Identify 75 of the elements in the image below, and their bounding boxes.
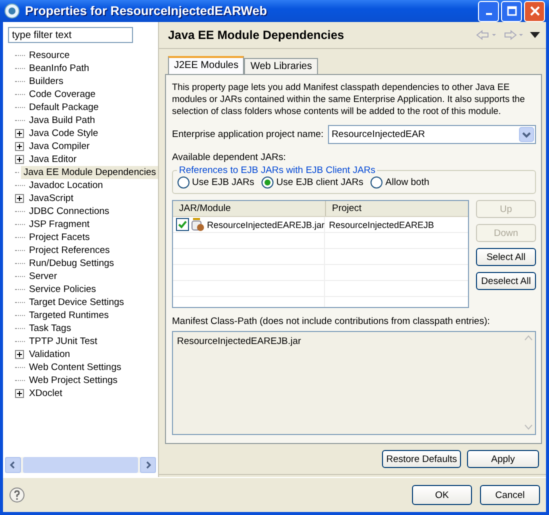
expand-icon[interactable]: [15, 155, 24, 164]
page-title: Java EE Module Dependencies: [168, 28, 346, 42]
tree-item[interactable]: JDBC Connections: [27, 205, 112, 218]
tree-item[interactable]: BeanInfo Path: [27, 62, 92, 75]
tree-item[interactable]: Javadoc Location: [27, 179, 105, 192]
radio-option[interactable]: Allow both: [370, 176, 430, 189]
table-cell-text: ResourceInjectedEAREJB: [328, 218, 434, 232]
filter-field[interactable]: type filter text: [8, 27, 133, 43]
dialog-button[interactable]: OK: [412, 485, 472, 505]
scroll-left-icon[interactable]: [5, 457, 21, 473]
tree-item[interactable]: Run/Debug Settings: [27, 257, 116, 270]
tree-item[interactable]: Web Content Settings: [27, 361, 124, 374]
radio-option[interactable]: Use EJB JARs: [177, 176, 254, 189]
project-dropdown[interactable]: ResourceInjectedEAR: [328, 125, 536, 144]
tree-item[interactable]: Java EE Module Dependencies: [21, 166, 158, 179]
column-header[interactable]: JAR/Module: [173, 201, 326, 216]
tree-item[interactable]: Web Project Settings: [27, 374, 120, 387]
checkbox[interactable]: [176, 218, 189, 231]
tree-item[interactable]: Service Policies: [27, 283, 98, 296]
tree-item[interactable]: Java Compiler: [27, 140, 92, 153]
tree-item[interactable]: TPTP JUnit Test: [27, 335, 100, 348]
description-text: This property page lets you add Manifest classpath dependencies to other Java EE modules or JARs contained within the same Enterprise Application. It also supports the selection of class folders whose contents will be added to the root of this module.: [172, 81, 526, 117]
side-button[interactable]: Select All: [476, 248, 536, 266]
section-label: Available dependent JARs:: [172, 152, 287, 163]
page-button[interactable]: Apply: [467, 450, 539, 468]
maximize-icon: [506, 6, 516, 16]
field-label: Enterprise application project name:: [172, 129, 324, 140]
tree-item[interactable]: Java Code Style: [27, 127, 100, 140]
tree-item[interactable]: Project Facets: [27, 231, 92, 244]
radio-button[interactable]: [177, 176, 190, 189]
tree-item[interactable]: Project References: [27, 244, 112, 257]
scroll-right-icon[interactable]: [140, 457, 156, 473]
tree-item[interactable]: Java Build Path: [27, 114, 98, 127]
expand-icon[interactable]: [15, 129, 24, 138]
radio-button[interactable]: [261, 176, 274, 189]
radio-button[interactable]: [370, 176, 384, 189]
tab[interactable]: J2EE Modules: [168, 56, 244, 74]
tree-item[interactable]: JSP Fragment: [27, 218, 92, 231]
column-header[interactable]: Project: [326, 201, 362, 216]
radio-option[interactable]: Use EJB client JARs: [261, 176, 364, 189]
side-button[interactable]: Deselect All: [476, 272, 536, 290]
tree-item[interactable]: Server: [27, 270, 59, 283]
minimize-icon: [486, 13, 492, 15]
tree-item[interactable]: Resource: [27, 49, 72, 62]
tab[interactable]: Web Libraries: [244, 58, 318, 74]
maximize-button[interactable]: [501, 0, 522, 22]
dialog-button[interactable]: Cancel: [480, 485, 540, 505]
manifest-text-area[interactable]: ResourceInjectedEAREJB.jar: [172, 331, 536, 435]
expand-icon[interactable]: [15, 350, 24, 359]
tree-item[interactable]: JavaScript: [27, 192, 76, 205]
tree-item[interactable]: Code Coverage: [27, 88, 98, 101]
tree-item[interactable]: Target Device Settings: [27, 296, 126, 309]
page-button[interactable]: Restore Defaults: [382, 450, 461, 468]
group-title: References to EJB JARs with EJB Client JARs: [178, 165, 376, 176]
menu-icon[interactable]: [530, 31, 540, 39]
horizontal-scrollbar[interactable]: [5, 457, 156, 473]
tree-item[interactable]: Java Editor: [27, 153, 79, 166]
tree-item[interactable]: Task Tags: [27, 322, 74, 335]
tree-item[interactable]: Default Package: [27, 101, 101, 114]
tree-item[interactable]: Targeted Runtimes: [27, 309, 111, 322]
tree-item[interactable]: XDoclet: [27, 387, 64, 400]
help-icon[interactable]: [9, 487, 25, 503]
expand-icon[interactable]: [15, 142, 24, 151]
close-icon: [530, 6, 540, 16]
expand-icon[interactable]: [15, 194, 24, 203]
window-title: Properties for ResourceInjectedEARWeb: [25, 4, 268, 18]
table-cell: ResourceInjectedEAREJB.jar: [207, 220, 325, 230]
dropdown-icon[interactable]: [519, 127, 534, 142]
minimize-button[interactable]: [478, 0, 499, 22]
eclipse-icon: [4, 3, 20, 19]
close-button[interactable]: [524, 0, 545, 22]
tree-item[interactable]: Validation: [27, 348, 72, 361]
tree-item[interactable]: Builders: [27, 75, 66, 88]
expand-icon[interactable]: [15, 389, 24, 398]
section-label: Manifest Class-Path (does not include contributions from classpath entries):: [172, 316, 491, 327]
